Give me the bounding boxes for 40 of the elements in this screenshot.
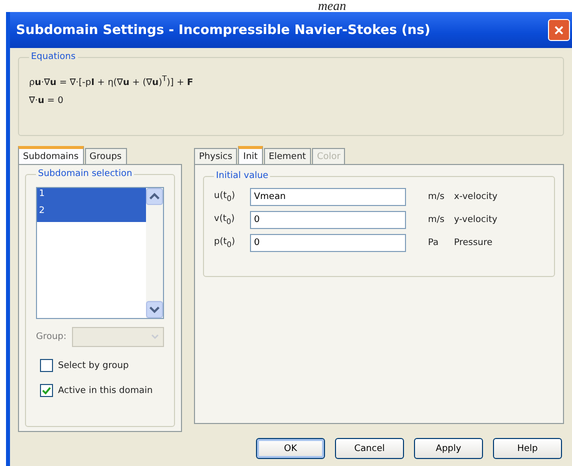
dialog-button[interactable]: OK xyxy=(256,438,325,459)
list-item[interactable]: 1 xyxy=(37,188,146,205)
description-label: Pressure xyxy=(454,238,492,248)
subdomain-list[interactable]: 1 2 xyxy=(36,187,164,319)
input-field[interactable]: 0 xyxy=(250,234,406,252)
input-field[interactable]: Vmean xyxy=(250,188,406,206)
unit-label: m/s xyxy=(428,214,446,224)
input-field[interactable]: 0 xyxy=(250,210,406,228)
scrollbar[interactable] xyxy=(146,188,164,318)
list-item[interactable]: 2 xyxy=(37,205,146,222)
tab[interactable]: Groups xyxy=(84,148,127,164)
checkbox[interactable] xyxy=(40,359,53,372)
document-text: mean xyxy=(318,0,346,12)
tab[interactable]: Element xyxy=(264,148,311,164)
group-label: Group: xyxy=(36,332,66,342)
description-label: y-velocity xyxy=(454,214,498,224)
dialog-button[interactable]: Apply xyxy=(414,438,483,459)
scroll-down-icon[interactable] xyxy=(146,301,164,318)
group-title: Initial value xyxy=(215,171,270,181)
group-title: Subdomain selection xyxy=(37,169,134,179)
checkbox[interactable] xyxy=(40,384,53,397)
dialog-button[interactable]: Cancel xyxy=(335,438,404,459)
unit-label: m/s xyxy=(428,192,446,202)
group-title: Equations xyxy=(30,52,77,62)
unit-label: Pa xyxy=(428,238,440,248)
checkbox-label: Select by group xyxy=(58,360,129,370)
checkbox-label: Active in this domain xyxy=(58,386,153,396)
field-label: u(t$_{0}$) xyxy=(214,190,236,202)
tab[interactable]: Init xyxy=(238,146,263,164)
equation: ∇·u = 0 xyxy=(29,96,64,106)
description-label: x-velocity xyxy=(454,192,498,202)
window-title: Subdomain Settings - Incompressible Navier-Stokes (ns) xyxy=(16,22,430,38)
tab[interactable]: Subdomains xyxy=(18,146,84,164)
scroll-up-icon[interactable] xyxy=(146,188,164,205)
field-label: p(t$_{0}$) xyxy=(214,236,236,248)
tab[interactable]: Physics xyxy=(194,148,238,164)
dialog-button[interactable]: Help xyxy=(493,438,562,459)
field-label: v(t$_{0}$) xyxy=(214,214,236,226)
equation: ρu·∇u = ∇·[-pI + η(∇u + (∇u)$^{T}$)] + F xyxy=(29,74,194,88)
close-button[interactable]: ✕ xyxy=(548,19,570,41)
